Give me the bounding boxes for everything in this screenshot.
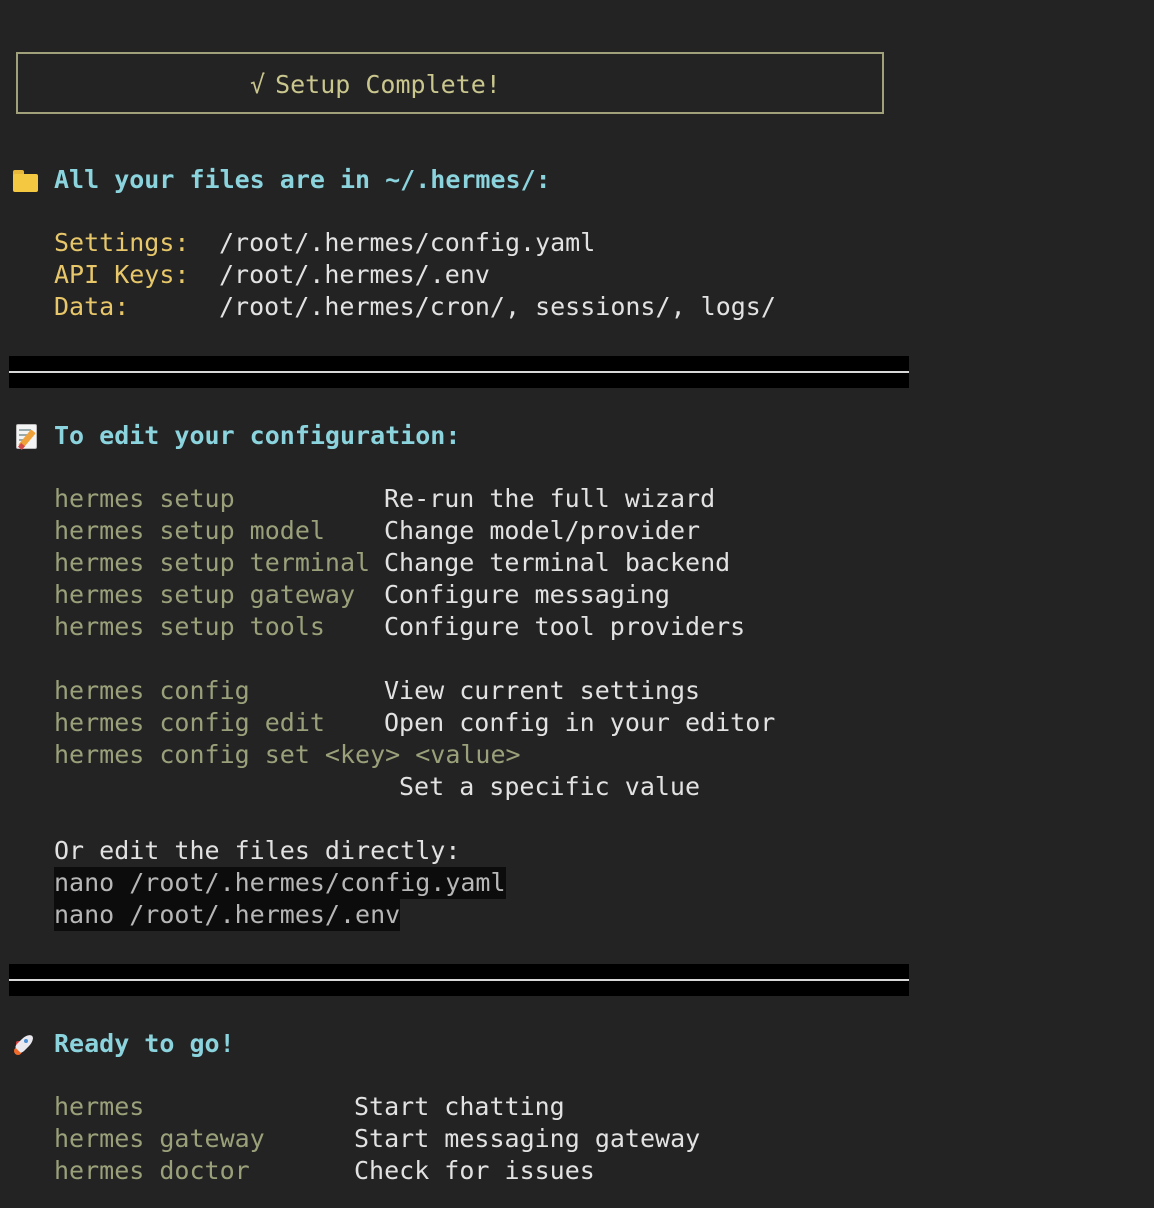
cmd-hermes-setup-tools: hermes setup tools — [54, 612, 325, 641]
desc-hermes-doctor: Check for issues — [354, 1156, 595, 1185]
config-section-heading: To edit your configuration: — [12, 419, 460, 451]
section-divider — [9, 356, 909, 388]
desc-hermes-config-edit: Open config in your editor — [384, 708, 776, 737]
cmd-hermes-setup-gateway: hermes setup gateway — [54, 580, 356, 609]
desc-hermes-setup: Re-run the full wizard — [384, 484, 716, 513]
cmd-hermes-setup: hermes setup — [54, 484, 235, 513]
desc-hermes-gateway: Start messaging gateway — [354, 1124, 701, 1153]
desc-hermes-setup-tools: Configure tool providers — [384, 612, 746, 641]
nano-config-command: nano /root/.hermes/config.yaml — [54, 867, 506, 899]
folder-icon — [12, 165, 40, 193]
desc-hermes-setup-model: Change model/provider — [384, 516, 701, 545]
cmd-hermes-config: hermes config — [54, 676, 250, 705]
rocket-icon — [12, 1029, 40, 1057]
settings-label: Settings: — [54, 228, 190, 257]
banner-title-text: Setup Complete! — [275, 70, 501, 99]
desc-hermes: Start chatting — [354, 1092, 565, 1121]
ready-section-heading: Ready to go! — [12, 1027, 235, 1059]
ready-heading-text: Ready to go! — [54, 1028, 235, 1058]
cmd-hermes-setup-model: hermes setup model — [54, 516, 325, 545]
cmd-hermes-doctor: hermes doctor — [54, 1156, 250, 1185]
cmd-hermes-config-set: hermes config set <key> <value> — [54, 740, 521, 769]
section-divider — [9, 964, 909, 996]
nano-env-command: nano /root/.hermes/.env — [54, 899, 401, 931]
files-section-heading: All your files are in ~/.hermes/: — [12, 163, 551, 195]
cmd-hermes-gateway: hermes gateway — [54, 1124, 265, 1153]
setup-complete-banner: √ Setup Complete! — [16, 52, 884, 114]
desc-hermes-config-set: Set a specific value — [399, 772, 701, 801]
banner-title: √ Setup Complete! — [250, 69, 501, 101]
check-icon: √ — [250, 70, 266, 99]
desc-hermes-setup-gateway: Configure messaging — [384, 580, 670, 609]
api-keys-label: API Keys: — [54, 260, 190, 289]
cmd-hermes-setup-terminal: hermes setup terminal — [54, 548, 371, 577]
desc-hermes-config: View current settings — [384, 676, 701, 705]
desc-hermes-setup-terminal: Change terminal backend — [384, 548, 731, 577]
config-heading-text: To edit your configuration: — [54, 420, 461, 450]
cmd-hermes: hermes — [54, 1092, 145, 1121]
api-keys-path: /root/.hermes/.env — [219, 260, 490, 289]
direct-edit-label: Or edit the files directly: — [54, 836, 461, 865]
memo-icon — [12, 421, 40, 451]
files-heading-text: All your files are in ~/.hermes/: — [54, 164, 551, 194]
cmd-hermes-config-edit: hermes config edit — [54, 708, 325, 737]
data-label: Data: — [54, 292, 130, 321]
settings-path: /root/.hermes/config.yaml — [219, 228, 596, 257]
data-paths: /root/.hermes/cron/, sessions/, logs/ — [219, 292, 776, 321]
